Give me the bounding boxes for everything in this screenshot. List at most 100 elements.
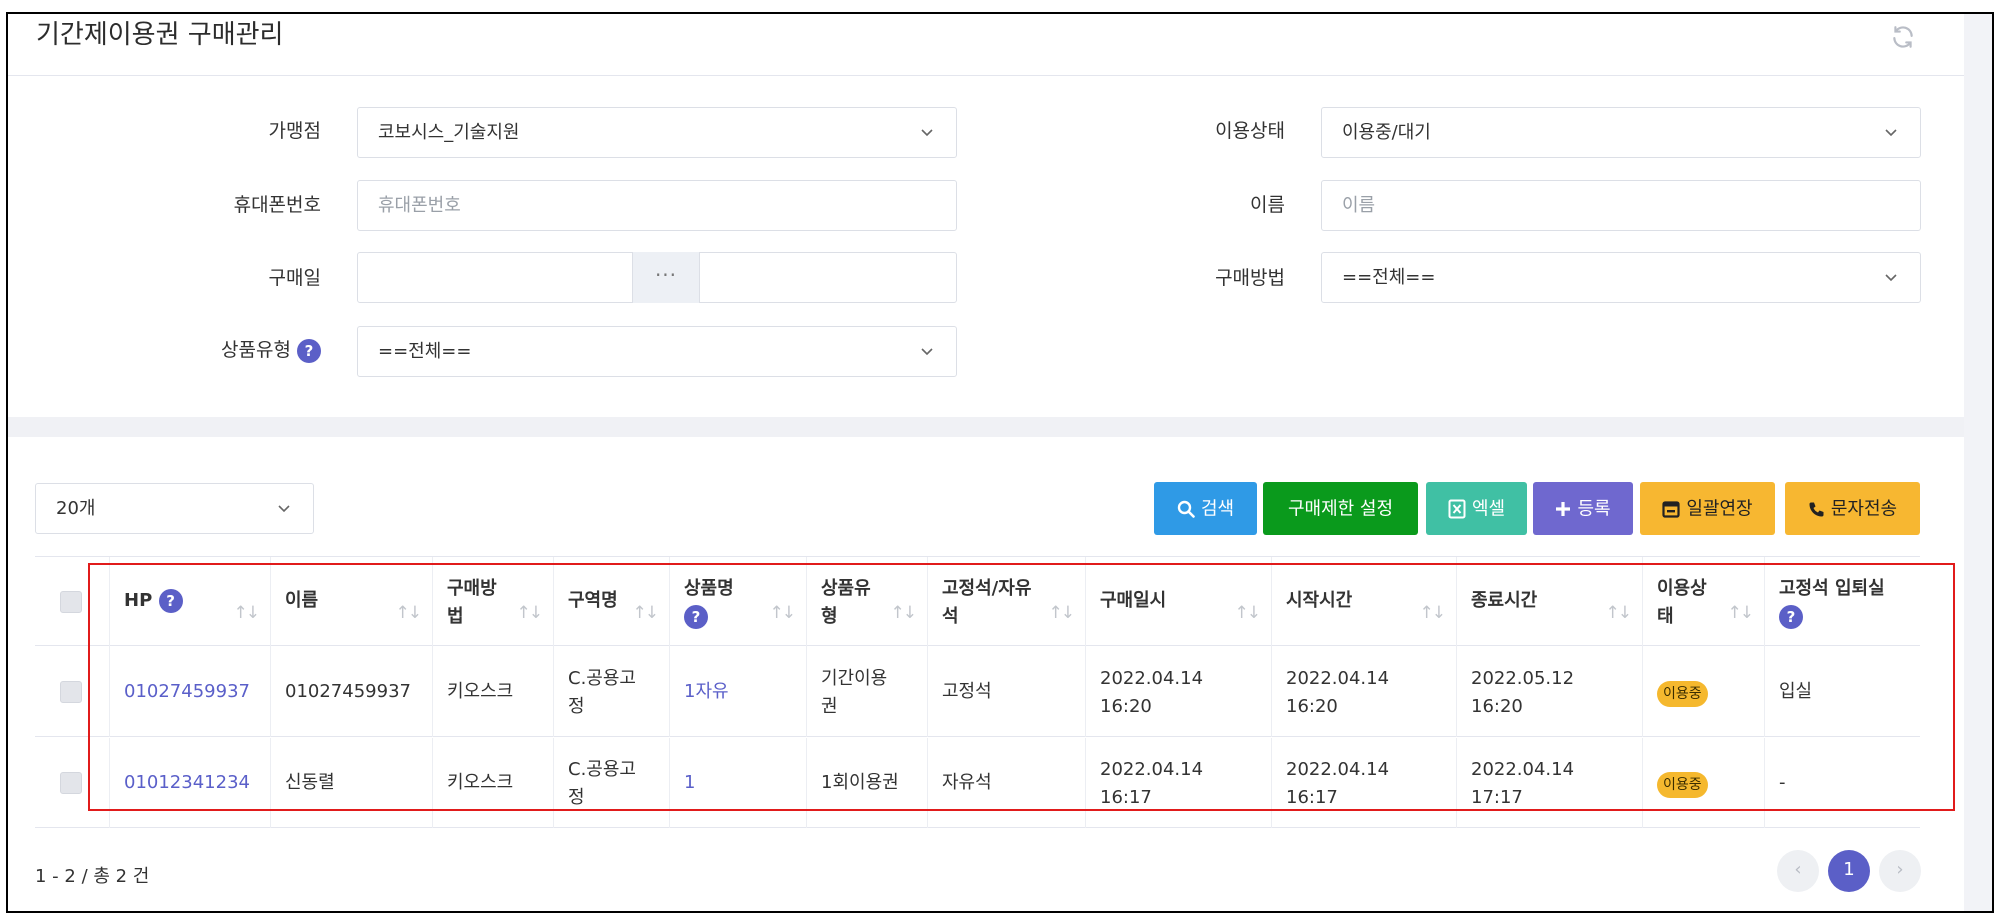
select-all-cell [35,557,109,647]
search-button-label: 검색 [1200,498,1235,520]
row-select-cell [35,738,109,828]
sort-icon[interactable]: ↑↓ [1606,603,1632,623]
zone-cell: C.공용고 정 [568,668,636,717]
table-row[interactable]: 01027459937 01027459937 키오스크 C.공용고 정 1자유… [35,647,1920,737]
column-header-zone[interactable]: 구역명 ↑↓ [553,557,669,647]
column-header-name[interactable]: 이름 ↑↓ [270,557,432,647]
column-end-time-label: 종료시간 [1471,590,1538,611]
column-header-fixed-entry: 고정석 입퇴실? [1764,557,1920,647]
prev-page-button[interactable]: ‹ [1777,850,1819,892]
phone-label: 휴대폰번호 [233,194,321,216]
section-divider [8,417,1964,437]
row-checkbox[interactable] [60,681,82,703]
column-header-status[interactable]: 이용상 태 ↑↓ [1642,557,1764,647]
product-type-cell: 기간이용 권 [821,668,888,717]
purchase-method-cell: 키오스크 [447,772,514,793]
excel-button[interactable]: 엑셀 [1426,482,1527,535]
table-header: HP ? ↑↓ 이름 ↑↓ 구매방 법 ↑↓ 구역명 ↑↓ 상품명? ↑↓ 상품… [35,556,1920,647]
window: 기간제이용권 구매관리 가맹점 코보시스_기술지원 이용상태 이용중/대기 휴대… [0,0,2000,919]
sort-icon[interactable]: ↑↓ [1728,603,1754,623]
search-icon [1177,500,1195,518]
next-page-button[interactable]: › [1879,850,1921,892]
chevron-down-icon [921,348,933,356]
column-header-hp[interactable]: HP ? ↑↓ [109,557,270,647]
sort-icon[interactable]: ↑↓ [1420,603,1446,623]
date-range-separator[interactable]: ··· [632,252,700,303]
product-type-select[interactable]: ==전체== [357,326,957,377]
search-button[interactable]: 검색 [1154,482,1257,535]
chevron-down-icon [1885,129,1897,137]
column-zone-label: 구역명 [568,590,618,611]
store-select[interactable]: 코보시스_기술지원 [357,107,957,158]
column-header-purchased-at[interactable]: 구매일시 ↑↓ [1085,557,1271,647]
chevron-down-icon [1885,274,1897,282]
column-header-product-type[interactable]: 상품유 형 ↑↓ [806,557,927,647]
purchase-method-select[interactable]: ==전체== [1321,252,1921,303]
refresh-icon[interactable] [1890,24,1916,50]
sort-icon[interactable]: ↑↓ [234,603,260,623]
name-input[interactable]: 이름 [1321,180,1921,231]
help-icon[interactable]: ? [158,589,183,613]
product-type-value: ==전체== [378,341,472,362]
purchased-at-cell: 2022.04.14 16:20 [1100,668,1204,717]
right-scroll-strip [1964,14,1994,911]
page-size-value: 20개 [56,498,96,519]
register-button-label: 등록 [1577,498,1611,520]
calendar-icon [1662,501,1680,518]
purchase-method-label: 구매방법 [1215,267,1285,289]
phone-input[interactable]: 휴대폰번호 [357,180,957,231]
help-icon[interactable]: ? [297,338,321,363]
store-select-value: 코보시스_기술지원 [378,122,520,143]
sort-icon[interactable]: ↑↓ [770,603,796,623]
page-header: 기간제이용권 구매관리 [8,14,1964,76]
sort-icon[interactable]: ↑↓ [1049,603,1075,623]
row-checkbox[interactable] [60,772,82,794]
sort-icon[interactable]: ↑↓ [1235,603,1261,623]
product-link[interactable]: 1자유 [684,678,729,706]
column-seat-type-label: 고정석/자유 석 [942,578,1032,627]
column-header-start-time[interactable]: 시작시간 ↑↓ [1271,557,1456,647]
sort-icon[interactable]: ↑↓ [633,603,659,623]
column-header-end-time[interactable]: 종료시간 ↑↓ [1456,557,1642,647]
column-header-seat-type[interactable]: 고정석/자유 석 ↑↓ [927,557,1085,647]
excel-file-icon [1448,499,1466,519]
status-select[interactable]: 이용중/대기 [1321,107,1921,158]
status-badge: 이용중 [1657,681,1708,707]
sort-icon[interactable]: ↑↓ [396,603,422,623]
table-row[interactable]: 01012341234 신동렬 키오스크 C.공용고 정 1 1회이용권 자유석… [35,738,1920,828]
hp-link[interactable]: 01027459937 [124,678,250,706]
sort-icon[interactable]: ↑↓ [517,603,543,623]
sms-button[interactable]: 문자전송 [1785,482,1920,535]
product-type-label-text: 상품유형 [221,339,291,361]
chevron-down-icon [921,129,933,137]
hp-link[interactable]: 01012341234 [124,769,250,797]
bulk-extend-button[interactable]: 일괄연장 [1640,482,1775,535]
sms-button-label: 문자전송 [1830,498,1898,520]
phone-icon [1809,502,1824,516]
column-header-product[interactable]: 상품명? ↑↓ [669,557,806,647]
sort-icon[interactable]: ↑↓ [891,603,917,623]
help-icon[interactable]: ? [1779,605,1803,629]
fixed-entry-cell: 입실 [1779,681,1813,702]
status-badge: 이용중 [1657,772,1708,798]
help-icon[interactable]: ? [684,605,708,629]
seat-type-cell: 자유석 [942,772,992,793]
purchase-limit-button[interactable]: 구매제한 설정 [1263,482,1418,535]
phone-input-placeholder: 휴대폰번호 [378,195,461,216]
product-link[interactable]: 1 [684,769,695,797]
page-button-current[interactable]: 1 [1828,850,1870,892]
seat-type-cell: 고정석 [942,681,992,702]
register-button[interactable]: 등록 [1533,482,1633,535]
page-size-select[interactable]: 20개 [35,483,314,534]
excel-button-label: 엑셀 [1471,498,1506,520]
status-select-value: 이용중/대기 [1342,122,1431,143]
name-input-placeholder: 이름 [1342,195,1376,216]
bulk-extend-label: 일괄연장 [1686,498,1753,520]
column-header-purchase-method[interactable]: 구매방 법 ↑↓ [432,557,553,647]
column-fixed-entry-label: 고정석 입퇴실 [1779,578,1885,599]
start-time-cell: 2022.04.14 16:20 [1286,668,1390,717]
column-product-label: 상품명 [684,578,734,599]
select-all-checkbox[interactable] [60,591,82,613]
purchase-date-label: 구매일 [268,267,321,289]
name-cell: 01027459937 [285,681,411,702]
